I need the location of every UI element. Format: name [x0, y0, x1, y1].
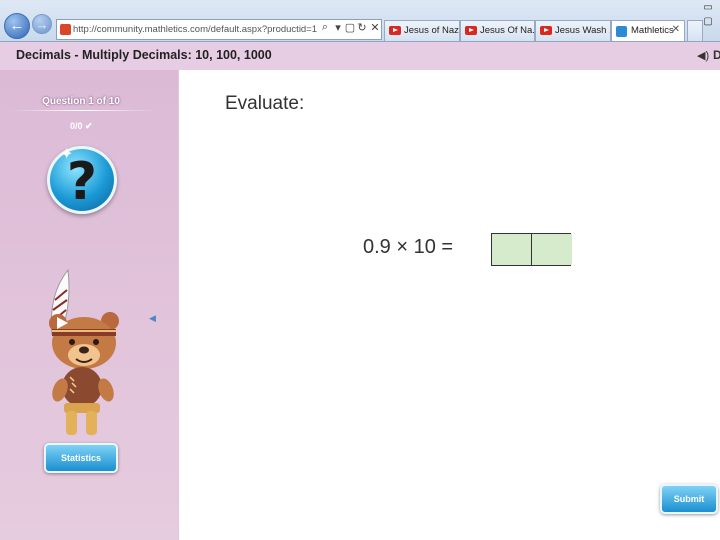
help-button[interactable]: ?: [47, 146, 117, 214]
answer-digit-input-1[interactable]: [492, 234, 532, 265]
stop-icon[interactable]: ✕: [368, 21, 382, 34]
maximize-icon[interactable]: ▢: [700, 16, 716, 28]
statistics-button[interactable]: Statistics: [44, 443, 118, 473]
youtube-icon: [540, 26, 552, 35]
mathletics-favicon-icon: [616, 26, 627, 37]
submit-button[interactable]: Submit: [660, 484, 718, 514]
tab-2[interactable]: Jesus Of Na...: [460, 20, 535, 41]
math-expression: 0.9 × 10 =: [363, 236, 454, 258]
tab-1[interactable]: Jesus of Naz...: [384, 20, 460, 41]
question-counter: Question 1 of 10: [42, 96, 120, 107]
speaker-icon[interactable]: ◀): [697, 49, 711, 63]
question-status: 0/0 ✔: [70, 121, 93, 131]
tab-label: Mathletics: [631, 25, 674, 36]
question-panel: [179, 70, 720, 540]
tab-3[interactable]: Jesus Wash ...: [535, 20, 611, 41]
tab-label: Jesus of Naz...: [404, 25, 459, 36]
search-icon[interactable]: ⌕: [318, 21, 332, 34]
refresh-icon[interactable]: ↻: [355, 21, 369, 34]
answer-box: [491, 233, 572, 266]
sparkle-icon: ✦: [60, 146, 74, 163]
url-text: http://community.mathletics.com/default.…: [73, 24, 318, 35]
divider: [10, 110, 156, 111]
youtube-icon: [465, 26, 477, 35]
youtube-icon: [389, 26, 401, 35]
close-tab-icon[interactable]: ✕: [672, 24, 680, 35]
browser-chrome: ← → http://community.mathletics.com/defa…: [0, 0, 720, 42]
minimize-icon[interactable]: ▭: [700, 2, 716, 14]
forward-button[interactable]: →: [32, 14, 52, 34]
tab-label: Jesus Wash ...: [555, 25, 611, 36]
activity-title-bar: Decimals - Multiply Decimals: 10, 100, 1…: [0, 42, 720, 70]
tab-label: Jesus Of Na...: [480, 25, 535, 36]
site-favicon-icon: [60, 24, 71, 35]
back-button[interactable]: ←: [4, 13, 30, 39]
page-title: Decimals - Multiply Decimals: 10, 100, 1…: [16, 48, 272, 62]
bear-mascot-illustration: [49, 268, 119, 435]
tab-mathletics[interactable]: Mathletics ✕: [611, 20, 685, 41]
instruction-text: Evaluate:: [225, 93, 305, 114]
speaker-small-icon[interactable]: ◀: [149, 313, 156, 324]
answer-digit-input-2[interactable]: [532, 234, 572, 265]
header-letter: D: [713, 48, 720, 62]
